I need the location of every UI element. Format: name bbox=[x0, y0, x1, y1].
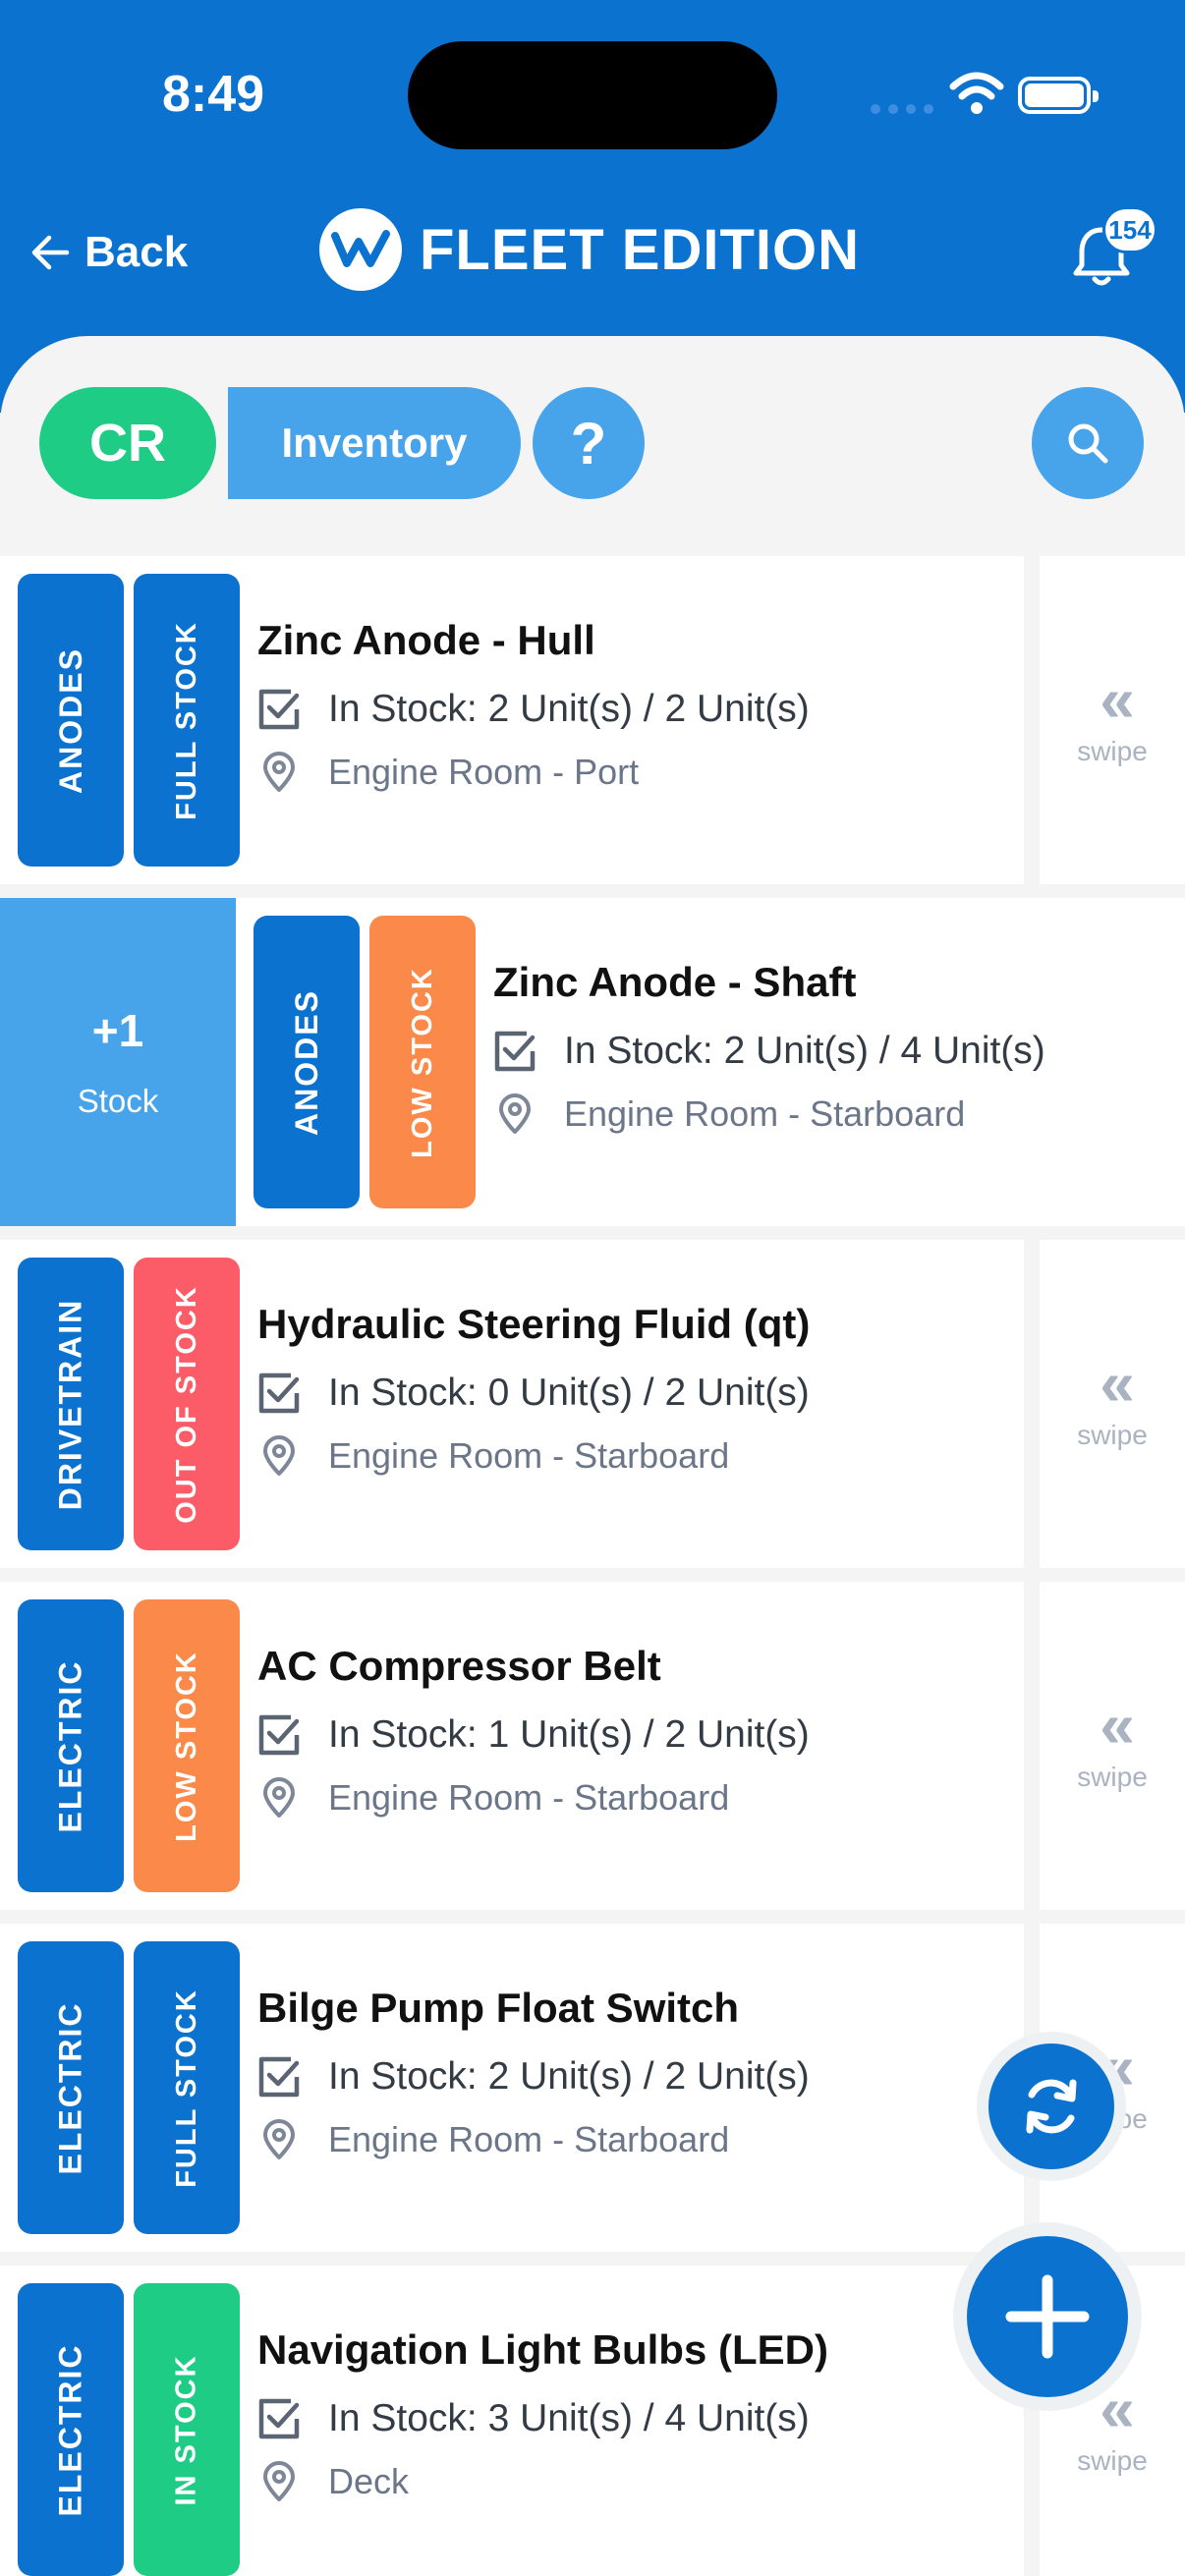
checkbox-icon bbox=[258, 689, 300, 730]
location-pin-icon bbox=[263, 1435, 295, 1476]
checkbox-icon bbox=[258, 2056, 300, 2098]
item-info: AC Compressor Belt In Stock: 1 Unit(s) /… bbox=[257, 1643, 810, 1820]
inventory-tab[interactable]: Inventory bbox=[228, 387, 521, 499]
location-value: Engine Room - Starboard bbox=[328, 2119, 730, 2159]
category-tag: ELECTRIC bbox=[18, 1941, 124, 2234]
swipe-label: swipe bbox=[1077, 1762, 1148, 1792]
item-name: Zinc Anode - Shaft bbox=[493, 959, 857, 1005]
checkbox-icon bbox=[494, 1031, 536, 1072]
category-tag: ANODES bbox=[18, 574, 124, 867]
item-name: Hydraulic Steering Fluid (qt) bbox=[257, 1301, 811, 1347]
location-value: Deck bbox=[328, 2461, 410, 2501]
inventory-item[interactable]: DRIVETRAIN OUT OF STOCK Hydraulic Steeri… bbox=[0, 1240, 1185, 1568]
swipe-handle[interactable]: « swipe bbox=[1040, 1240, 1185, 1568]
stock-status-tag: FULL STOCK bbox=[134, 574, 240, 867]
add-stock-value: +1 bbox=[91, 1005, 144, 1056]
location-row: Engine Room - Starboard bbox=[257, 1776, 810, 1820]
brand-title: FLEET EDITION bbox=[420, 217, 860, 282]
item-name: AC Compressor Belt bbox=[257, 1643, 661, 1689]
wifi-icon bbox=[949, 72, 1004, 114]
stock-row: In Stock: 2 Unit(s) / 2 Unit(s) bbox=[257, 2055, 810, 2099]
category-tag: ELECTRIC bbox=[18, 1599, 124, 1892]
add-stock-label: Stock bbox=[77, 1083, 159, 1119]
location-value: Engine Room - Port bbox=[328, 752, 640, 792]
item-info: Bilge Pump Float Switch In Stock: 2 Unit… bbox=[257, 1985, 810, 2161]
stock-row: In Stock: 1 Unit(s) / 2 Unit(s) bbox=[257, 1713, 810, 1757]
brand: FLEET EDITION bbox=[319, 208, 860, 291]
category-tag: ANODES bbox=[254, 916, 360, 1208]
swipe-label: swipe bbox=[1077, 1420, 1148, 1450]
location-row: Engine Room - Starboard bbox=[257, 2118, 810, 2161]
stock-row: In Stock: 2 Unit(s) / 2 Unit(s) bbox=[257, 688, 810, 731]
notification-badge: 154 bbox=[1102, 206, 1157, 253]
swipe-label: swipe bbox=[1077, 2445, 1148, 2476]
location-pin-icon bbox=[499, 1093, 531, 1134]
item-name: Navigation Light Bulbs (LED) bbox=[257, 2326, 828, 2373]
brand-logo-icon bbox=[319, 208, 402, 291]
stock-value: 2 Unit(s) / 4 Unit(s) bbox=[723, 1030, 1045, 1072]
status-icons bbox=[871, 69, 1106, 118]
item-name: Bilge Pump Float Switch bbox=[257, 1985, 740, 2031]
location-row: Engine Room - Port bbox=[257, 751, 810, 794]
item-info: Zinc Anode - Hull In Stock: 2 Unit(s) / … bbox=[257, 617, 810, 794]
swipe-label: swipe bbox=[1077, 736, 1148, 766]
checkbox-icon bbox=[258, 2398, 300, 2439]
chevron-double-left-icon: « bbox=[1100, 1690, 1134, 1761]
location-value: Engine Room - Starboard bbox=[328, 1435, 730, 1476]
add-item-button[interactable] bbox=[953, 2222, 1142, 2411]
checkbox-icon bbox=[258, 1714, 300, 1756]
location-pin-icon bbox=[263, 2461, 295, 2501]
inventory-item[interactable]: ANODES FULL STOCK Zinc Anode - Hull In S… bbox=[0, 556, 1185, 884]
item-name: Zinc Anode - Hull bbox=[257, 617, 595, 663]
add-stock-action[interactable]: +1 Stock bbox=[0, 898, 236, 1226]
item-info: Zinc Anode - Shaft In Stock: 2 Unit(s) /… bbox=[493, 959, 1045, 1136]
signal-icon bbox=[871, 104, 933, 114]
stock-value: 1 Unit(s) / 2 Unit(s) bbox=[487, 1713, 810, 1756]
stock-status-tag: IN STOCK bbox=[134, 2283, 240, 2576]
inventory-item[interactable]: +1 Stock ANODES LOW STOCK Zinc Anode - S… bbox=[0, 898, 1185, 1226]
stock-value: 0 Unit(s) / 2 Unit(s) bbox=[487, 1372, 810, 1414]
category-tag: ELECTRIC bbox=[18, 2283, 124, 2576]
chevron-double-left-icon: « bbox=[1100, 1348, 1134, 1419]
arrow-left-icon bbox=[31, 235, 70, 270]
chevron-double-left-icon: « bbox=[1100, 664, 1134, 735]
swipe-handle[interactable]: « swipe bbox=[1040, 556, 1185, 884]
stock-row: In Stock: 0 Unit(s) / 2 Unit(s) bbox=[257, 1372, 810, 1415]
search-button[interactable] bbox=[1032, 387, 1144, 499]
item-info: Navigation Light Bulbs (LED) In Stock: 3… bbox=[257, 2326, 828, 2503]
dynamic-island bbox=[408, 41, 777, 149]
back-button[interactable]: Back bbox=[29, 228, 188, 277]
stock-value: 2 Unit(s) / 2 Unit(s) bbox=[487, 688, 810, 730]
stock-value: 2 Unit(s) / 2 Unit(s) bbox=[487, 2055, 810, 2098]
item-info: Hydraulic Steering Fluid (qt) In Stock: … bbox=[257, 1301, 810, 1478]
location-row: Engine Room - Starboard bbox=[257, 1434, 810, 1478]
location-pin-icon bbox=[263, 752, 295, 792]
stock-status-tag: LOW STOCK bbox=[134, 1599, 240, 1892]
sync-button[interactable] bbox=[977, 2032, 1126, 2181]
stock-value: 3 Unit(s) / 4 Unit(s) bbox=[487, 2397, 810, 2439]
location-value: Engine Room - Starboard bbox=[564, 1093, 966, 1134]
back-label: Back bbox=[85, 228, 189, 276]
location-row: Engine Room - Starboard bbox=[493, 1092, 1045, 1136]
battery-icon bbox=[1018, 77, 1099, 114]
swipe-handle[interactable]: « swipe bbox=[1040, 1582, 1185, 1910]
category-tag: DRIVETRAIN bbox=[18, 1258, 124, 1550]
refresh-icon bbox=[1026, 2079, 1077, 2134]
stock-status-tag: FULL STOCK bbox=[134, 1941, 240, 2234]
crew-badge[interactable]: CR bbox=[39, 387, 216, 499]
inventory-item[interactable]: ELECTRIC LOW STOCK AC Compressor Belt In… bbox=[0, 1582, 1185, 1910]
status-time: 8:49 bbox=[162, 66, 265, 123]
plus-icon bbox=[1005, 2274, 1090, 2359]
location-pin-icon bbox=[263, 2119, 295, 2159]
stock-row: In Stock: 3 Unit(s) / 4 Unit(s) bbox=[257, 2397, 828, 2440]
search-icon bbox=[1068, 423, 1108, 464]
location-value: Engine Room - Starboard bbox=[328, 1777, 730, 1818]
location-pin-icon bbox=[263, 1777, 295, 1818]
location-row: Deck bbox=[257, 2460, 828, 2503]
checkbox-icon bbox=[258, 1372, 300, 1414]
stock-status-tag: OUT OF STOCK bbox=[134, 1258, 240, 1550]
help-button[interactable]: ? bbox=[533, 387, 645, 499]
stock-row: In Stock: 2 Unit(s) / 4 Unit(s) bbox=[493, 1030, 1045, 1073]
stock-status-tag: LOW STOCK bbox=[369, 916, 476, 1208]
